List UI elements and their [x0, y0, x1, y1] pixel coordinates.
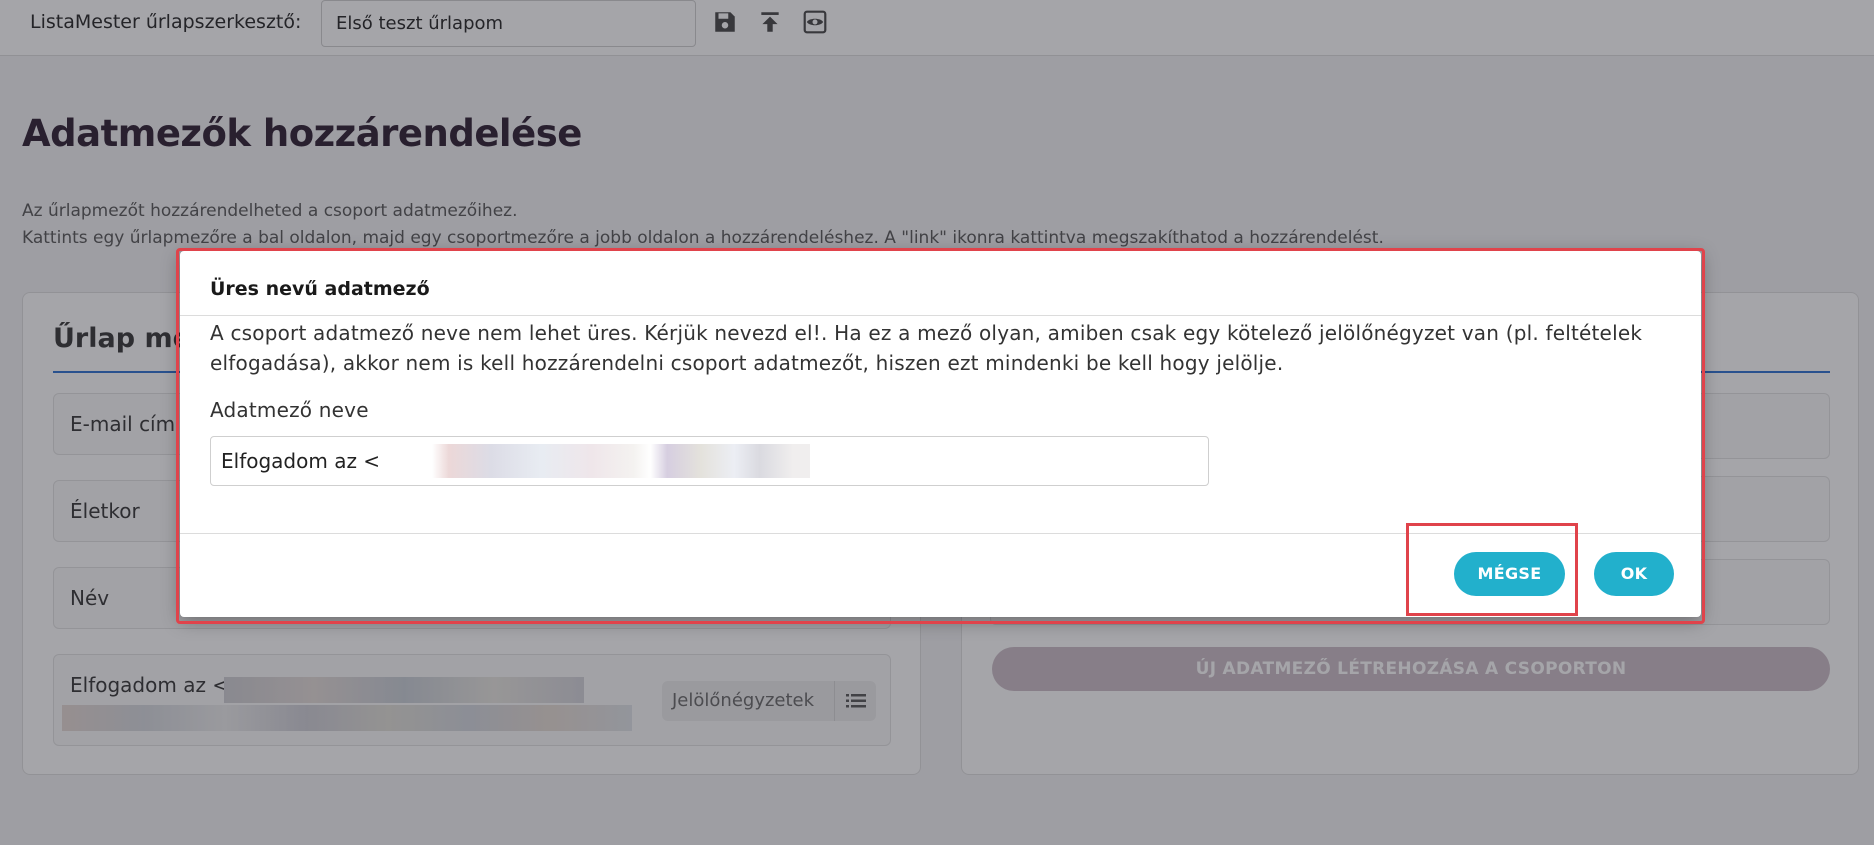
- cancel-button[interactable]: MÉGSE: [1454, 552, 1565, 596]
- ok-button[interactable]: OK: [1594, 552, 1674, 596]
- dialog-divider: [180, 533, 1701, 534]
- empty-name-dialog: Üres nevű adatmező A csoport adatmező ne…: [180, 251, 1701, 617]
- dialog-title: Üres nevű adatmező: [210, 278, 430, 300]
- field-name-label: Adatmező neve: [210, 398, 369, 422]
- redacted-text: [390, 444, 810, 478]
- dialog-divider: [180, 315, 1701, 316]
- dialog-message: A csoport adatmező neve nem lehet üres. …: [210, 321, 1643, 375]
